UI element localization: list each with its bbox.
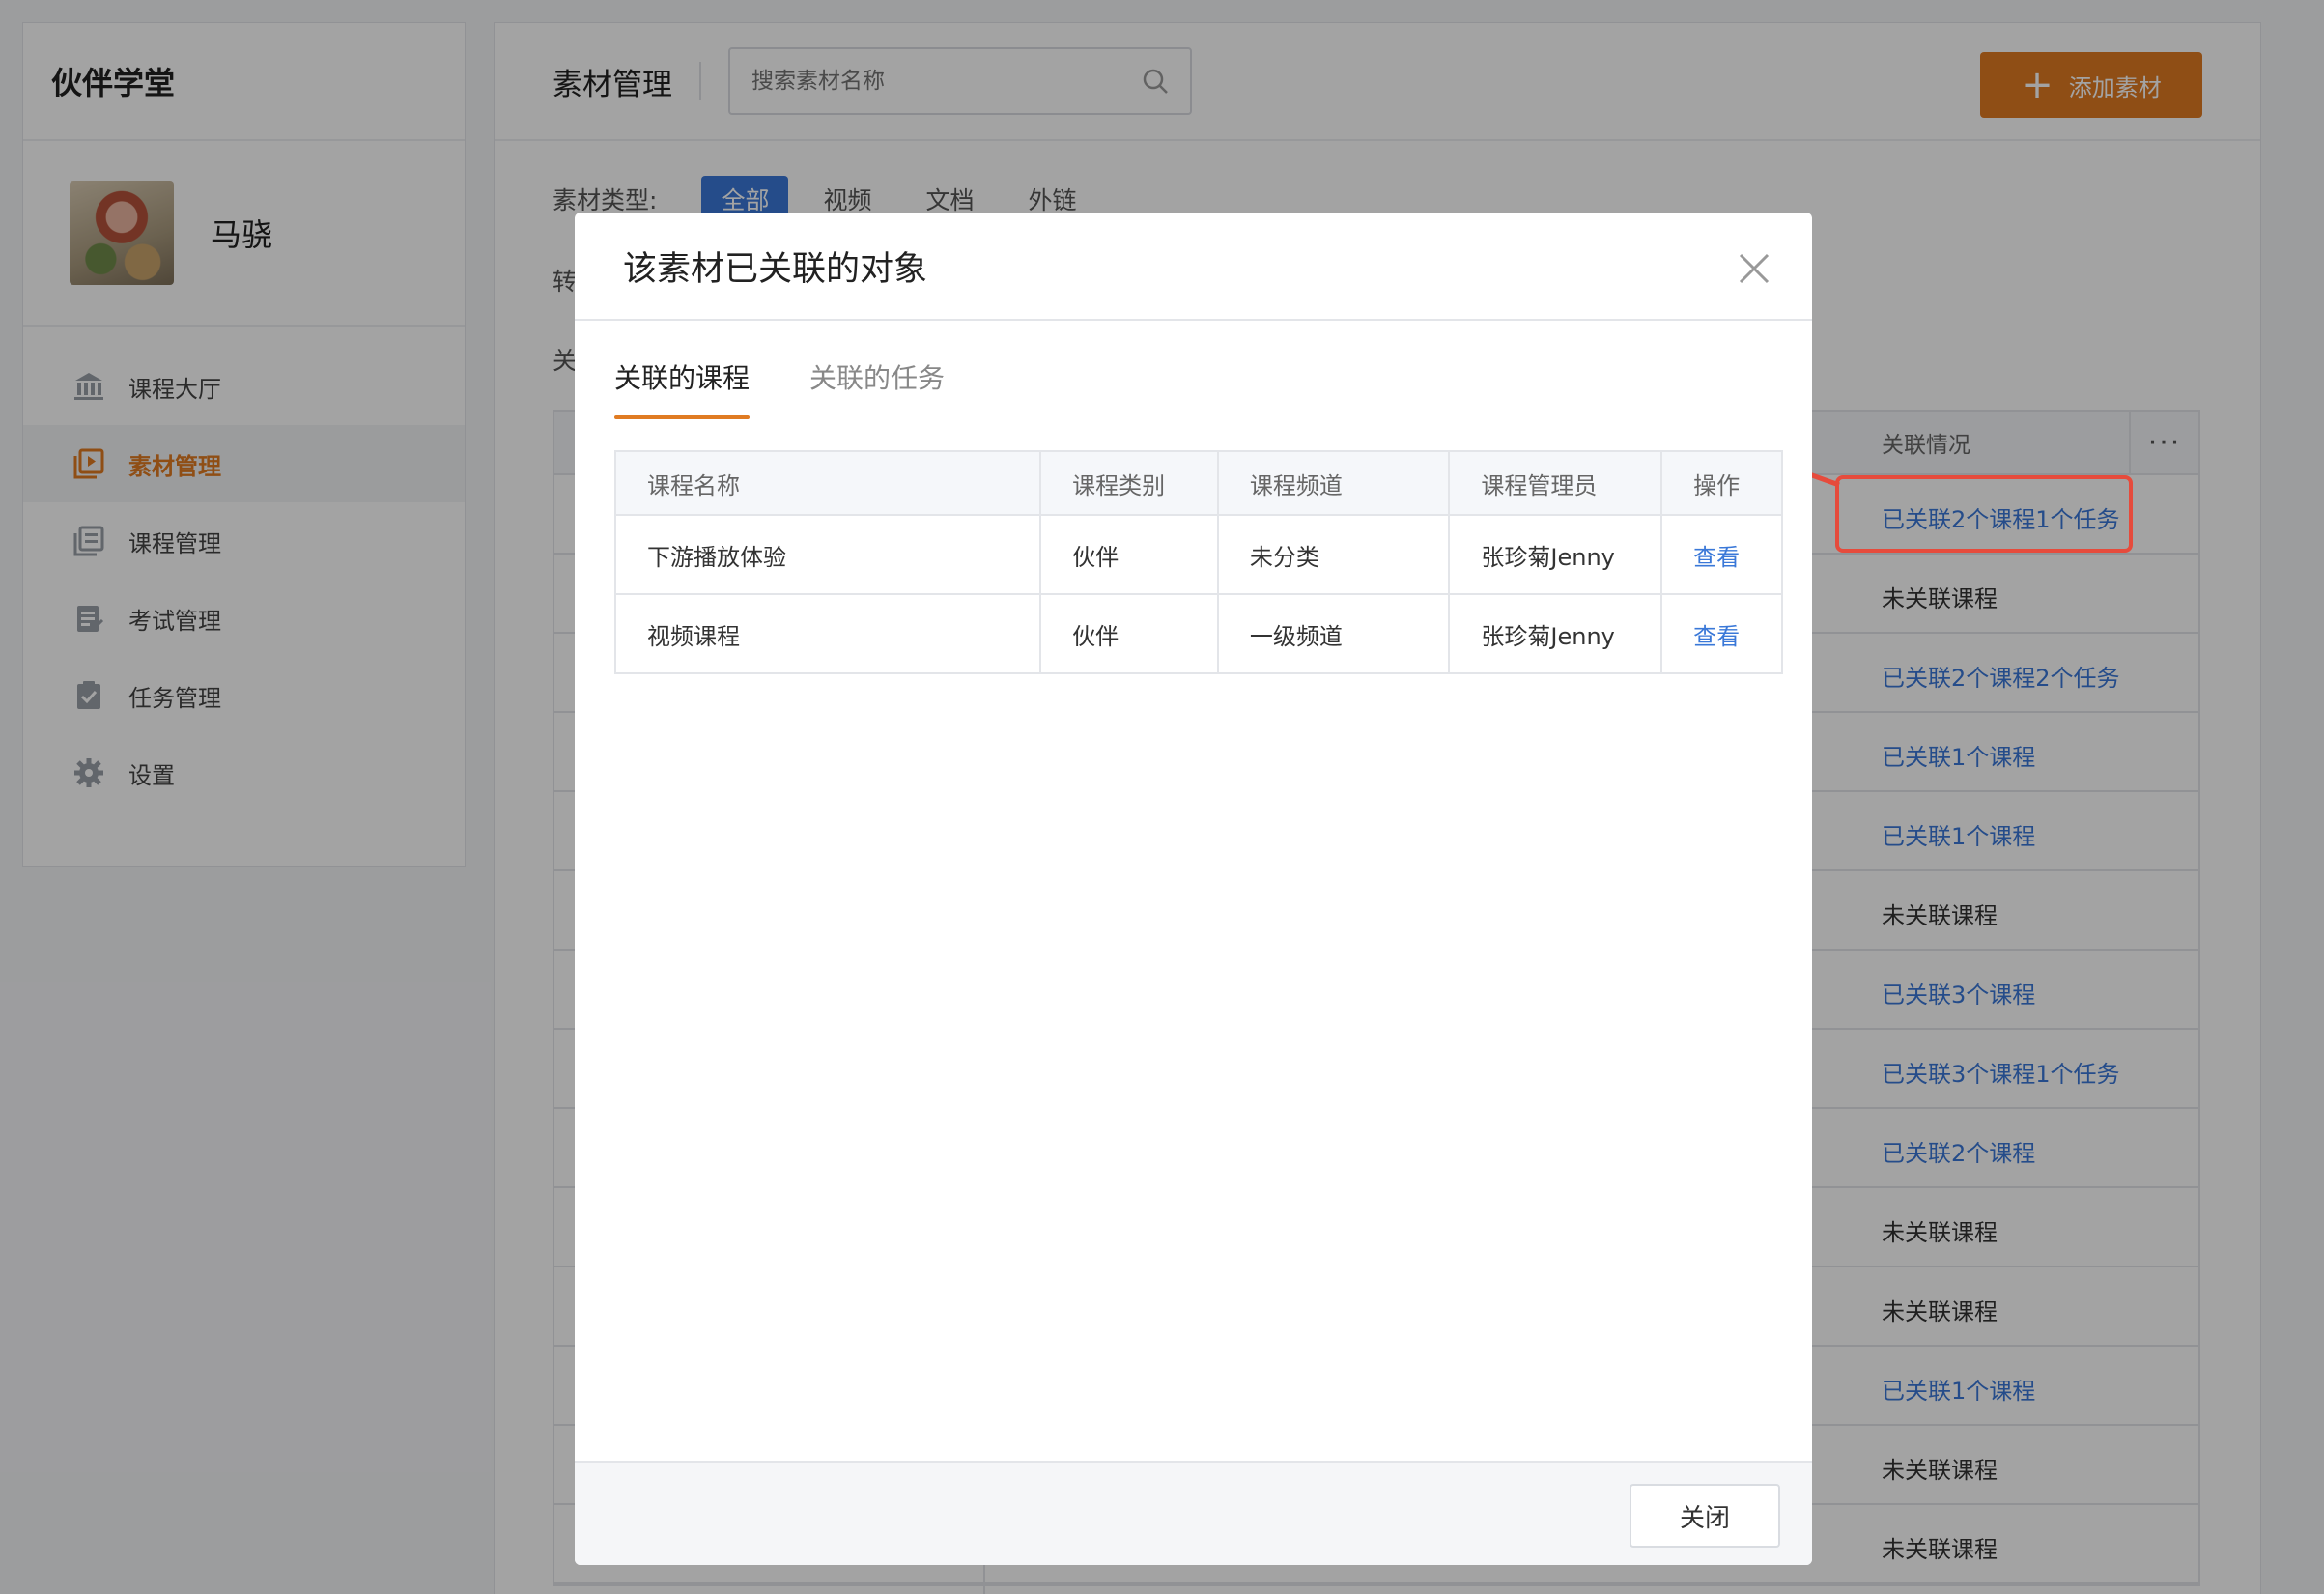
- column-header-course-name: 课程名称: [613, 450, 1042, 516]
- close-icon[interactable]: [1735, 249, 1773, 288]
- course-category: 伙伴: [1039, 514, 1219, 595]
- linked-objects-modal: 该素材已关联的对象 关联的课程 关联的任务 课程名称 课程类别 课程频道 课程管…: [575, 213, 1812, 1565]
- tab-linked-tasks[interactable]: 关联的任务: [809, 357, 945, 419]
- table-row: 下游播放体验 伙伴 未分类 张珍菊Jenny 查看: [613, 514, 1783, 595]
- tab-linked-courses[interactable]: 关联的课程: [614, 357, 751, 419]
- column-header-course-admin: 课程管理员: [1448, 450, 1663, 516]
- course-name: 下游播放体验: [613, 514, 1042, 595]
- column-header-course-channel: 课程频道: [1216, 450, 1451, 516]
- course-admin: 张珍菊Jenny: [1448, 514, 1663, 595]
- close-button[interactable]: 关闭: [1630, 1484, 1780, 1548]
- linked-courses-table: 课程名称 课程类别 课程频道 课程管理员 操作 下游播放体验 伙伴 未分类 张珍…: [613, 450, 1783, 674]
- table-header-row: 课程名称 课程类别 课程频道 课程管理员 操作: [613, 450, 1783, 516]
- column-header-course-category: 课程类别: [1039, 450, 1219, 516]
- view-link[interactable]: 查看: [1693, 544, 1740, 571]
- annotation-highlight-box: [1835, 475, 2133, 553]
- modal-footer: 关闭: [575, 1461, 1812, 1565]
- table-row: 视频课程 伙伴 一级频道 张珍菊Jenny 查看: [613, 593, 1783, 674]
- course-category: 伙伴: [1039, 593, 1219, 674]
- course-channel: 未分类: [1216, 514, 1451, 595]
- course-admin: 张珍菊Jenny: [1448, 593, 1663, 674]
- modal-title: 该素材已关联的对象: [623, 249, 928, 289]
- course-channel: 一级频道: [1216, 593, 1451, 674]
- modal-header: 该素材已关联的对象: [575, 213, 1812, 321]
- modal-tabs: 关联的课程 关联的任务: [614, 357, 1005, 419]
- course-name: 视频课程: [613, 593, 1042, 674]
- column-header-action: 操作: [1660, 450, 1783, 516]
- view-link[interactable]: 查看: [1693, 623, 1740, 650]
